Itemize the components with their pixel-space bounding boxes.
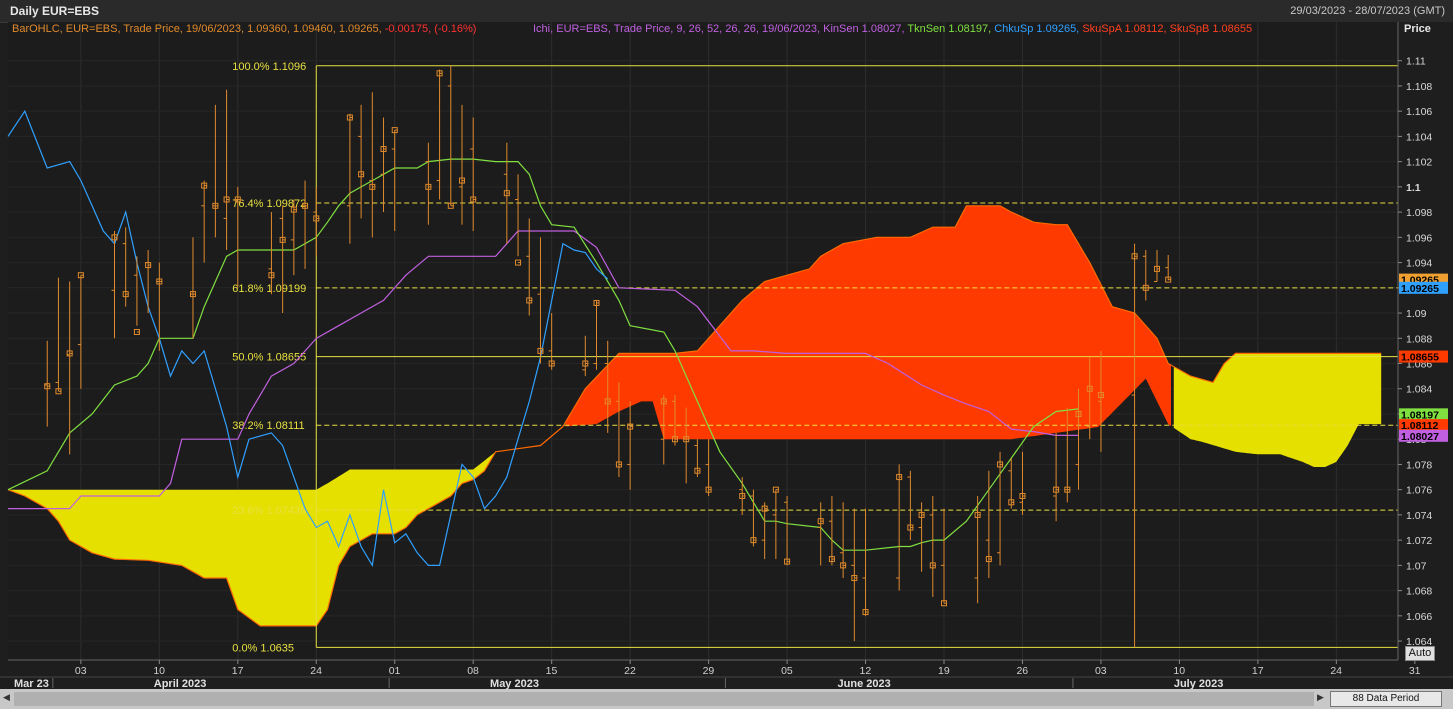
time-tick-label: 12 — [860, 665, 872, 677]
legend-span-b: SkuSpB 1.08655 — [1169, 23, 1253, 35]
ichimoku-chart[interactable]: 100.0% 1.109676.4% 1.0987261.8% 1.091995… — [0, 0, 1453, 689]
price-tick-label: 1.1 — [1406, 182, 1421, 194]
time-tick-label: 15 — [546, 665, 558, 677]
price-tick-label: 1.084 — [1406, 384, 1432, 396]
scroll-left-icon[interactable]: ◀ — [3, 692, 10, 703]
time-tick-label: 31 — [1409, 665, 1421, 677]
price-badge-label: 1.08655 — [1401, 352, 1439, 364]
time-tick-label: 05 — [781, 665, 793, 677]
time-tick-label: 08 — [467, 665, 479, 677]
legend-chikou: ChkuSp 1.09265, — [994, 23, 1080, 35]
month-label: June 2023 — [838, 678, 891, 689]
price-tick-label: 1.072 — [1406, 535, 1432, 547]
time-tick-label: 17 — [232, 665, 244, 677]
time-tick-label: 01 — [389, 665, 401, 677]
legend-kijun: KinSen 1.08027, — [823, 23, 905, 35]
month-label: July 2023 — [1174, 678, 1224, 689]
price-badge-label: 1.08027 — [1401, 431, 1439, 443]
price-tick-label: 1.108 — [1406, 81, 1432, 93]
time-tick-label: 10 — [1173, 665, 1185, 677]
ohlc-legend-change: -0.00175, (-0.16%) — [384, 23, 477, 35]
price-tick-label: 1.07 — [1406, 560, 1427, 572]
time-tick-label: 24 — [310, 665, 322, 677]
price-tick-label: 1.078 — [1406, 459, 1432, 471]
time-tick-label: 24 — [1330, 665, 1342, 677]
month-label: May 2023 — [490, 678, 539, 689]
time-tick-label: 03 — [1095, 665, 1107, 677]
time-tick-label: 19 — [938, 665, 950, 677]
time-tick-label: 22 — [624, 665, 636, 677]
price-tick-label: 1.11 — [1406, 56, 1426, 68]
price-tick-label: 1.066 — [1406, 611, 1432, 623]
price-tick-label: 1.076 — [1406, 485, 1432, 497]
price-tick-label: 1.096 — [1406, 232, 1432, 244]
time-tick-label: 10 — [153, 665, 165, 677]
fib-level-label: 0.0% 1.0635 — [232, 642, 294, 654]
price-tick-label: 1.102 — [1406, 157, 1432, 169]
legend-span-a: SkuSpA 1.08112, — [1082, 23, 1167, 35]
auto-scale-button[interactable]: Auto — [1405, 646, 1435, 661]
fib-level-label: 100.0% 1.1096 — [232, 61, 306, 73]
data-period-selector[interactable]: 88 Data Period — [1330, 691, 1442, 707]
price-axis-header: Price — [1404, 23, 1431, 35]
price-tick-label: 1.09 — [1406, 308, 1427, 320]
time-tick-label: 17 — [1252, 665, 1264, 677]
price-tick-label: 1.104 — [1406, 131, 1432, 143]
month-label: April 2023 — [154, 678, 207, 689]
ohlc-legend: BarOHLC, EUR=EBS, Trade Price, 19/06/202… — [12, 23, 476, 35]
time-tick-label: 29 — [703, 665, 715, 677]
scroll-right-icon[interactable]: ▶ — [1317, 692, 1324, 703]
ichimoku-legend-params: Ichi, EUR=EBS, Trade Price, 9, 26, 52, 2… — [533, 23, 821, 35]
legend-tenkan: TknSen 1.08197, — [907, 23, 992, 35]
price-tick-label: 1.098 — [1406, 207, 1432, 219]
ichimoku-legend: Ichi, EUR=EBS, Trade Price, 9, 26, 52, 2… — [533, 23, 1252, 35]
price-badge-label: 1.09265 — [1401, 283, 1439, 295]
fib-level-label: 61.8% 1.09199 — [232, 283, 306, 295]
fib-level-label: 76.4% 1.09872 — [232, 198, 306, 210]
price-tick-label: 1.068 — [1406, 586, 1432, 598]
ohlc-legend-values: BarOHLC, EUR=EBS, Trade Price, 19/06/202… — [12, 23, 382, 35]
price-tick-label: 1.094 — [1406, 258, 1432, 270]
price-tick-label: 1.088 — [1406, 333, 1432, 345]
scrollbar-thumb[interactable] — [14, 692, 1314, 706]
fib-level-label: 23.6% 1.07438 — [232, 505, 306, 517]
price-tick-label: 1.106 — [1406, 106, 1432, 118]
time-tick-label: 03 — [75, 665, 87, 677]
month-label: Mar 23 — [14, 678, 49, 689]
price-tick-label: 1.074 — [1406, 510, 1432, 522]
time-tick-label: 26 — [1016, 665, 1028, 677]
